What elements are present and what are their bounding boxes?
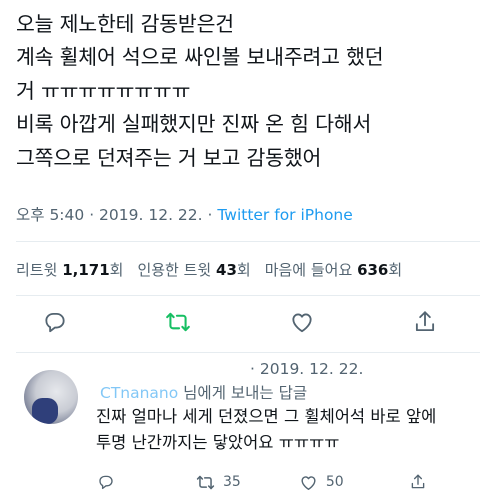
reply-actions: 35 50 — [96, 470, 476, 494]
tweet-metadata: 오후 5:40 · 2019. 12. 22. · Twitter for iP… — [16, 203, 353, 225]
reply-icon — [99, 475, 113, 490]
meta-separator-2: · — [202, 206, 218, 224]
reply-to-username[interactable]: CTnanano — [100, 384, 178, 402]
tweet-stats: 리트윗 1,171회 인용한 트윗 43회 마음에 들어요 636회 — [16, 259, 402, 280]
share-button[interactable] — [410, 307, 440, 337]
like-icon — [292, 313, 312, 333]
replying-to: CTnanano 님에게 보내는 답글 — [100, 381, 307, 403]
reply-retweet-button[interactable]: 35 — [196, 473, 241, 492]
reply-tweet[interactable]: · 2019. 12. 22. CTnanano 님에게 보내는 답글 진짜 얼… — [0, 352, 480, 504]
reply-reply-button[interactable] — [96, 472, 116, 492]
retweets-count: 1,171 — [62, 261, 110, 279]
reply-button[interactable] — [40, 307, 70, 337]
like-button[interactable] — [287, 307, 317, 337]
retweets-unit: 회 — [109, 261, 124, 279]
likes-unit: 회 — [388, 261, 403, 279]
quotes-label: 인용한 트윗 — [137, 261, 212, 279]
tweet-time: 오후 5:40 — [16, 206, 85, 224]
reply-retweet-count: 35 — [223, 474, 241, 490]
reply-text: 진짜 얼마나 세게 던졌으면 그 휠체어석 바로 앞에 투명 난간까지는 닿았어… — [96, 407, 437, 452]
meta-separator: · — [84, 206, 100, 224]
reply-date[interactable]: · 2019. 12. 22. — [250, 360, 363, 378]
reply-like-count: 50 — [325, 474, 344, 490]
quotes-count: 43 — [216, 261, 237, 279]
tweet-source-link[interactable]: Twitter for iPhone — [217, 206, 352, 224]
share-icon — [411, 474, 424, 489]
retweet-icon — [196, 475, 215, 489]
retweet-button[interactable] — [163, 307, 193, 337]
likes-count: 636 — [357, 261, 389, 279]
retweets-stat[interactable]: 리트윗 1,171회 — [16, 261, 123, 279]
retweet-icon — [166, 312, 191, 332]
quotes-stat[interactable]: 인용한 트윗 43회 — [137, 261, 250, 279]
reply-to-suffix: 님에게 보내는 답글 — [178, 384, 308, 402]
tweet-text: 오늘 제노한테 감동받은건 계속 휠체어 석으로 싸인볼 보내주려고 했던 거 … — [16, 12, 384, 170]
likes-label: 마음에 들어요 — [264, 261, 353, 279]
divider-middle — [16, 295, 480, 296]
reply-share-button[interactable] — [408, 472, 428, 492]
reply-icon — [45, 312, 65, 333]
tweet-date[interactable]: 2019. 12. 22. — [99, 206, 203, 224]
tweet-actions — [40, 307, 440, 337]
quotes-unit: 회 — [236, 261, 251, 279]
reply-like-button[interactable]: 50 — [299, 473, 344, 492]
likes-stat[interactable]: 마음에 들어요 636회 — [265, 261, 402, 279]
share-icon — [415, 311, 435, 332]
like-icon — [301, 475, 316, 490]
divider-top — [16, 241, 480, 242]
retweets-label: 리트윗 — [16, 261, 58, 279]
avatar[interactable] — [24, 370, 78, 424]
